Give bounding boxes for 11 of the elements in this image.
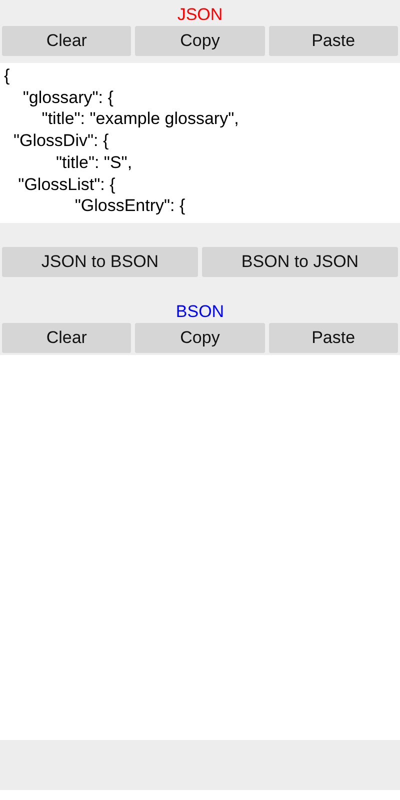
toolbar-button[interactable]: Paste xyxy=(268,26,398,56)
convert-button[interactable]: JSON to BSON xyxy=(2,247,198,277)
json-input-field[interactable]: { "glossary": { "title": "example glossary", "GlossDiv": { "title": "S", "GlossList": { "GlossEntry": { xyxy=(0,63,400,223)
toolbar-button[interactable]: Paste xyxy=(268,323,398,353)
json-title: JSON xyxy=(176,4,224,26)
toolbar-button[interactable]: Copy xyxy=(135,323,265,353)
toolbar-button[interactable]: Clear xyxy=(2,26,132,56)
toolbar-button[interactable]: Clear xyxy=(2,323,132,353)
toolbar-button[interactable]: Copy xyxy=(135,26,265,56)
bson-title: BSON xyxy=(174,301,226,323)
convert-button[interactable]: BSON to JSON xyxy=(202,247,398,277)
